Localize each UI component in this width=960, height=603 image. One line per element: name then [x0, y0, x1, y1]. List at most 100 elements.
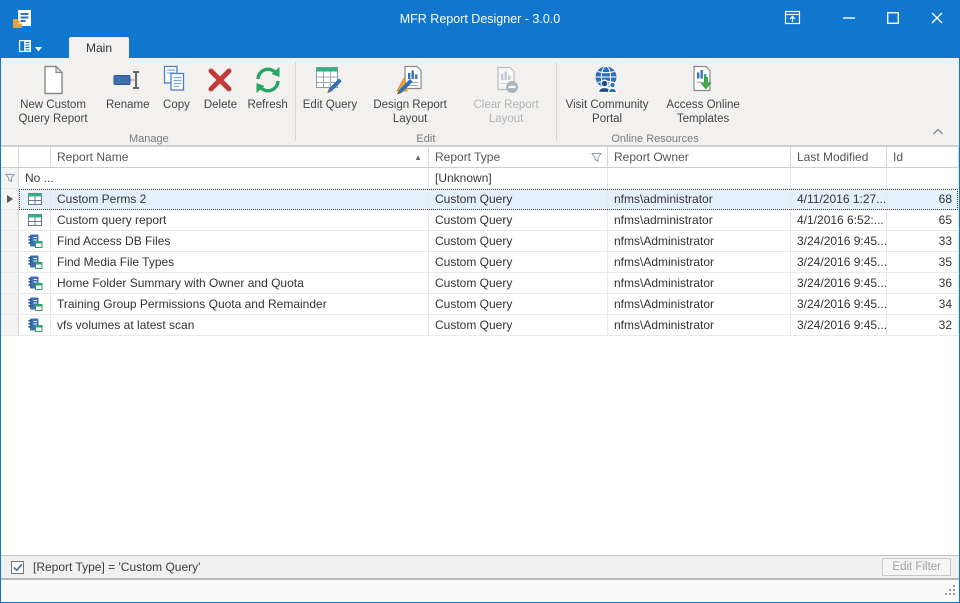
minimize-button[interactable] — [827, 1, 871, 37]
filter-funnel-icon — [5, 173, 15, 183]
column-header-report-owner[interactable]: Report Owner — [608, 146, 791, 168]
button-label: Delete — [204, 99, 237, 113]
table-row[interactable]: vfs volumes at latest scan Custom Query … — [1, 315, 959, 336]
group-label-online-resources: Online Resources — [559, 132, 751, 146]
cell-last-modified: 3/24/2016 9:45... — [791, 231, 887, 252]
table-row[interactable]: Custom query report Custom Query nfms\ad… — [1, 210, 959, 231]
report-list-icon — [18, 39, 32, 56]
cell-report-name: Find Access DB Files — [51, 231, 429, 252]
filter-cell-report-type[interactable]: [Unknown] — [429, 168, 608, 189]
group-label-edit: Edit — [298, 132, 554, 146]
grid-empty-area — [1, 336, 959, 555]
cell-report-owner: nfms\Administrator — [608, 231, 791, 252]
ribbon-tab-row: Main — [1, 37, 959, 58]
filter-cell-report-owner[interactable] — [608, 168, 791, 189]
column-header-label: Last Modified — [797, 150, 868, 164]
copy-button[interactable]: Copy — [154, 60, 198, 132]
maximize-icon — [887, 12, 899, 27]
button-label: Design Report Layout — [367, 99, 453, 126]
column-header-report-name[interactable]: Report Name ▲ — [51, 146, 429, 168]
button-label: Clear Report Layout — [463, 99, 549, 126]
refresh-icon — [252, 63, 284, 97]
edit-filter-button[interactable]: Edit Filter — [882, 558, 951, 576]
app-icon — [11, 8, 33, 30]
column-header-label: Report Name — [57, 150, 128, 164]
cell-last-modified: 3/24/2016 9:45... — [791, 315, 887, 336]
column-header-id[interactable]: Id — [887, 146, 959, 168]
cell-report-name: Home Folder Summary with Owner and Quota — [51, 273, 429, 294]
cell-id: 35 — [887, 252, 959, 273]
filter-expression[interactable]: [Report Type] = 'Custom Query' — [33, 560, 200, 574]
title-bar: MFR Report Designer - 3.0.0 — [1, 1, 959, 37]
cell-report-name: vfs volumes at latest scan — [51, 315, 429, 336]
filter-cell-last-modified[interactable] — [791, 168, 887, 189]
refresh-button[interactable]: Refresh — [242, 60, 292, 132]
chevron-down-icon — [35, 41, 42, 55]
clear-report-layout-icon — [490, 63, 522, 97]
resize-grip[interactable] — [945, 585, 956, 599]
app-window: MFR Report Designer - 3.0.0 — [0, 0, 960, 603]
cell-report-type: Custom Query — [429, 210, 608, 231]
cell-id: 65 — [887, 210, 959, 231]
table-row[interactable]: Training Group Permissions Quota and Rem… — [1, 294, 959, 315]
new-custom-query-report-button[interactable]: New Custom Query Report — [5, 60, 101, 132]
cell-report-name: Find Media File Types — [51, 252, 429, 273]
delete-x-icon — [204, 63, 236, 97]
cell-last-modified: 4/11/2016 1:27... — [791, 189, 887, 210]
access-online-templates-button[interactable]: Access Online Templates — [655, 60, 751, 132]
query-report-notebook-icon — [19, 231, 51, 252]
ribbon-group-edit: Edit Query — [298, 60, 554, 145]
table-row[interactable]: Home Folder Summary with Owner and Quota… — [1, 273, 959, 294]
maximize-button[interactable] — [871, 1, 915, 37]
filter-panel: [Report Type] = 'Custom Query' Edit Filt… — [1, 555, 959, 580]
cell-report-owner: nfms\Administrator — [608, 315, 791, 336]
sort-ascending-icon: ▲ — [414, 153, 422, 162]
button-label: New Custom Query Report — [10, 99, 96, 126]
query-report-notebook-icon — [19, 273, 51, 294]
community-portal-globe-icon — [591, 63, 623, 97]
filter-cell-report-name[interactable]: No ... — [19, 168, 429, 189]
query-report-notebook-icon — [19, 294, 51, 315]
query-report-notebook-icon — [19, 315, 51, 336]
clear-report-layout-button[interactable]: Clear Report Layout — [458, 60, 554, 132]
table-row[interactable]: Find Media File Types Custom Query nfms\… — [1, 252, 959, 273]
cell-report-owner: nfms\Administrator — [608, 294, 791, 315]
cell-report-owner: nfms\administrator — [608, 189, 791, 210]
row-indicator-cell — [1, 231, 19, 252]
cell-report-type: Custom Query — [429, 252, 608, 273]
filter-row-funnel-cell — [1, 168, 19, 189]
design-report-layout-button[interactable]: Design Report Layout — [362, 60, 458, 132]
tab-main[interactable]: Main — [69, 37, 129, 58]
column-header-label: Report Type — [435, 150, 500, 164]
column-header-last-modified[interactable]: Last Modified — [791, 146, 887, 168]
rename-button[interactable]: Rename — [101, 60, 154, 132]
cell-report-name: Custom query report — [51, 210, 429, 231]
cell-last-modified: 3/24/2016 9:45... — [791, 273, 887, 294]
custom-query-table-icon — [19, 210, 51, 231]
grid-header-row: Report Name ▲ Report Type Report Owner — [1, 146, 959, 168]
edit-query-icon — [314, 63, 346, 97]
rename-icon — [112, 63, 144, 97]
close-icon — [931, 12, 943, 27]
button-label: Visit Community Portal — [564, 99, 650, 126]
cell-last-modified: 3/24/2016 9:45... — [791, 252, 887, 273]
column-header-report-type[interactable]: Report Type — [429, 146, 608, 168]
edit-query-button[interactable]: Edit Query — [298, 60, 362, 132]
copy-icon — [160, 63, 192, 97]
quick-access-menu-button[interactable] — [13, 37, 47, 58]
visit-community-portal-button[interactable]: Visit Community Portal — [559, 60, 655, 132]
cell-report-owner: nfms\Administrator — [608, 252, 791, 273]
minimize-ribbon-button[interactable] — [775, 1, 809, 37]
filter-enabled-checkbox[interactable] — [11, 561, 24, 574]
close-button[interactable] — [915, 1, 959, 37]
filter-cell-id[interactable] — [887, 168, 959, 189]
collapse-ribbon-button[interactable] — [931, 125, 945, 139]
delete-button[interactable]: Delete — [198, 60, 242, 132]
filter-funnel-icon[interactable] — [591, 152, 602, 163]
ribbon-group-manage: New Custom Query Report Rename — [5, 60, 293, 145]
table-row[interactable]: Find Access DB Files Custom Query nfms\A… — [1, 231, 959, 252]
ribbon-group-online-resources: Visit Community Portal — [559, 60, 751, 145]
online-templates-icon — [687, 63, 719, 97]
button-label: Access Online Templates — [660, 99, 746, 126]
table-row[interactable]: Custom Perms 2 Custom Query nfms\adminis… — [1, 189, 959, 210]
